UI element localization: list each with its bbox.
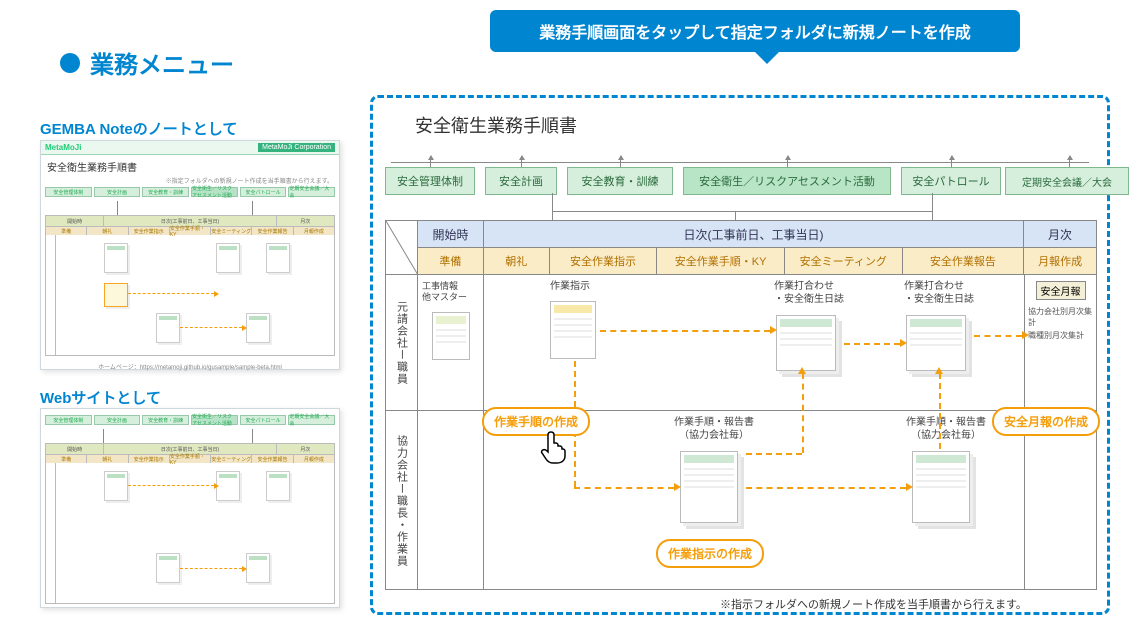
matrix-row-label: 協力会社ー職長・作業員 bbox=[394, 435, 410, 567]
section-title: 業務メニュー bbox=[90, 45, 234, 80]
thumb-corp-label: MetaMoJi Corporation bbox=[258, 143, 335, 152]
subtitle-gemba: GEMBA Noteのノートとして bbox=[40, 118, 237, 139]
matrix-sub-shiji: 安全作業指示 bbox=[550, 248, 658, 275]
mm-sub: 月報作成 bbox=[294, 454, 334, 463]
doc-作業指示[interactable] bbox=[550, 301, 596, 359]
mm-head: 月次 bbox=[277, 444, 334, 454]
item-geppo-label[interactable]: 安全月報 bbox=[1036, 281, 1086, 300]
pointer-icon bbox=[540, 430, 570, 464]
mm-sub: 朝礼 bbox=[87, 226, 128, 235]
mini-tab: 安全管理体制 bbox=[45, 187, 92, 197]
thumb-gemba-footer: ホームページ：https://metamoji.github.io/gusamp… bbox=[41, 360, 339, 375]
mm-head: 月次 bbox=[277, 216, 334, 226]
mm-sub: 安全ミーティング bbox=[211, 226, 252, 235]
matrix-head-month: 月次 bbox=[1024, 221, 1096, 248]
mm-sub: 月報作成 bbox=[294, 226, 334, 235]
thumb-web-tabs: 安全管理体制 安全計画 安全教育・訓練 安全衛生／リスクアセスメント活動 安全パ… bbox=[41, 409, 339, 429]
mm-sub: 安全作業報告 bbox=[252, 454, 293, 463]
matrix-sub-mtg: 安全ミーティング bbox=[785, 248, 903, 275]
mini-tab: 安全管理体制 bbox=[45, 415, 92, 425]
banner-callout: 業務手順画面をタップして指定フォルダに新規ノートを作成 bbox=[490, 10, 1020, 52]
thumb-gemba-title: 安全衛生業務手順書 bbox=[41, 155, 339, 176]
mm-sub: 安全作業指示 bbox=[129, 454, 170, 463]
mini-tab: 安全衛生／リスクアセスメント活動 bbox=[191, 415, 238, 425]
tab-安全衛生リスク[interactable]: 安全衛生／リスクアセスメント活動 bbox=[683, 167, 891, 195]
mini-tab: 安全衛生／リスクアセスメント活動 bbox=[191, 187, 238, 197]
item-geppo-line1: 協力会社別月次集計 bbox=[1025, 302, 1096, 328]
item-master-label: 工事情報他マスター bbox=[418, 275, 483, 310]
matrix-sub-chorei: 朝礼 bbox=[484, 248, 550, 275]
workflow-matrix: 開始時 日次(工事前日、工事当日) 月次 準備 朝礼 安全作業指示 安全作業手順… bbox=[385, 220, 1097, 590]
matrix-row-motouke: 元請会社ー職員 工事情報他マスター 安全月報 協力会社別月次集計 職種別月次集計… bbox=[386, 275, 1096, 411]
tab-安全管理体制[interactable]: 安全管理体制 bbox=[385, 167, 475, 195]
doc-報告書2[interactable] bbox=[912, 451, 970, 523]
matrix-head-daily: 日次(工事前日、工事当日) bbox=[484, 221, 1024, 248]
item-rep-label-1: 作業手順・報告書（協力会社毎） bbox=[654, 417, 774, 442]
main-workflow-title: 安全衛生業務手順書 bbox=[415, 112, 577, 138]
bullet-icon bbox=[60, 53, 80, 73]
thumb-gemba-tabs: 安全管理体制 安全計画 安全教育・訓練 安全衛生／リスクアセスメント活動 安全パ… bbox=[41, 187, 339, 201]
mm-sub: 安全作業指示 bbox=[129, 226, 170, 235]
matrix-sub-report: 安全作業報告 bbox=[903, 248, 1025, 275]
thumb-web: 安全管理体制 安全計画 安全教育・訓練 安全衛生／リスクアセスメント活動 安全パ… bbox=[40, 408, 340, 608]
matrix-row-label: 元請会社ー職員 bbox=[394, 301, 410, 385]
item-uchi-label-1: 作業打合わせ・安全衛生日誌 bbox=[774, 281, 844, 306]
mm-sub: 準備 bbox=[46, 454, 87, 463]
section-heading: 業務メニュー bbox=[60, 45, 234, 80]
mm-sub: 安全作業手順・KY bbox=[170, 226, 211, 235]
mini-tab: 安全教育・訓練 bbox=[142, 187, 189, 197]
thumb-gemba: MetaMoJi MetaMoJi Corporation 安全衛生業務手順書 … bbox=[40, 140, 340, 370]
tab-安全教育訓練[interactable]: 安全教育・訓練 bbox=[567, 167, 673, 195]
mm-side bbox=[46, 235, 56, 355]
mini-tab: 安全パトロール bbox=[240, 187, 287, 197]
matrix-corner bbox=[386, 221, 418, 275]
item-geppo-line2: 職種別月次集計 bbox=[1025, 328, 1096, 343]
matrix-sub-geppo: 月報作成 bbox=[1024, 248, 1096, 275]
mm-sub: 安全ミーティング bbox=[211, 454, 252, 463]
item-uchi-label-2: 作業打合わせ・安全衛生日誌 bbox=[904, 281, 974, 306]
bubble-作業手順の作成[interactable]: 作業手順の作成 bbox=[482, 407, 590, 436]
bubble-作業指示の作成[interactable]: 作業指示の作成 bbox=[656, 539, 764, 568]
footnote: ※指示フォルダへの新規ノート作成を当手順書から行えます。 bbox=[720, 596, 1110, 632]
mm-sub: 安全作業手順・KY bbox=[170, 454, 211, 463]
thumb-connector bbox=[41, 201, 339, 215]
mm-sub: 朝礼 bbox=[87, 454, 128, 463]
thumb-brand-label: MetaMoJi bbox=[45, 143, 81, 152]
item-sji-label: 作業指示 bbox=[550, 281, 590, 294]
matrix-sub-ky: 安全作業手順・KY bbox=[657, 248, 785, 275]
thumb-gemba-topbar: MetaMoJi MetaMoJi Corporation bbox=[41, 141, 339, 155]
mm-side bbox=[46, 463, 56, 603]
doc-icon[interactable] bbox=[432, 312, 470, 360]
mini-tab: 安全計画 bbox=[94, 187, 141, 197]
doc-打合わせ1[interactable] bbox=[776, 315, 836, 371]
mini-tab: 定期安全会議／大会 bbox=[288, 187, 335, 197]
mm-sub: 安全作業報告 bbox=[252, 226, 293, 235]
thumb-gemba-matrix: 開始時 日次(工事前日、工事当日) 月次 準備 朝礼 安全作業指示 安全作業手順… bbox=[45, 215, 335, 356]
thumb-connector bbox=[41, 429, 339, 443]
mm-head: 開始時 bbox=[46, 444, 104, 454]
mini-tab: 安全教育・訓練 bbox=[142, 415, 189, 425]
mm-sub: 準備 bbox=[46, 226, 87, 235]
subtitle-web: Webサイトとして bbox=[40, 387, 161, 408]
tab-安全パトロール[interactable]: 安全パトロール bbox=[901, 167, 1001, 195]
item-rep-label-2: 作業手順・報告書（協力会社毎） bbox=[886, 417, 1006, 442]
thumb-web-matrix: 開始時 日次(工事前日、工事当日) 月次 準備 朝礼 安全作業指示 安全作業手順… bbox=[45, 443, 335, 604]
matrix-sub-prep: 準備 bbox=[418, 248, 484, 275]
matrix-head-start: 開始時 bbox=[418, 221, 484, 248]
banner-callout-text: 業務手順画面をタップして指定フォルダに新規ノートを作成 bbox=[539, 19, 971, 43]
tab-安全計画[interactable]: 安全計画 bbox=[485, 167, 557, 195]
doc-報告書1[interactable] bbox=[680, 451, 738, 523]
bubble-安全月報の作成[interactable]: 安全月報の作成 bbox=[992, 407, 1100, 436]
tab-定期安全会議[interactable]: 定期安全会議／大会 bbox=[1005, 167, 1129, 195]
mini-tab: 安全パトロール bbox=[240, 415, 287, 425]
mini-tab: 安全計画 bbox=[94, 415, 141, 425]
doc-打合わせ2[interactable] bbox=[906, 315, 966, 371]
mm-head: 開始時 bbox=[46, 216, 104, 226]
mini-tab: 定期安全会議／大会 bbox=[288, 415, 335, 425]
tab-connector bbox=[552, 193, 932, 221]
